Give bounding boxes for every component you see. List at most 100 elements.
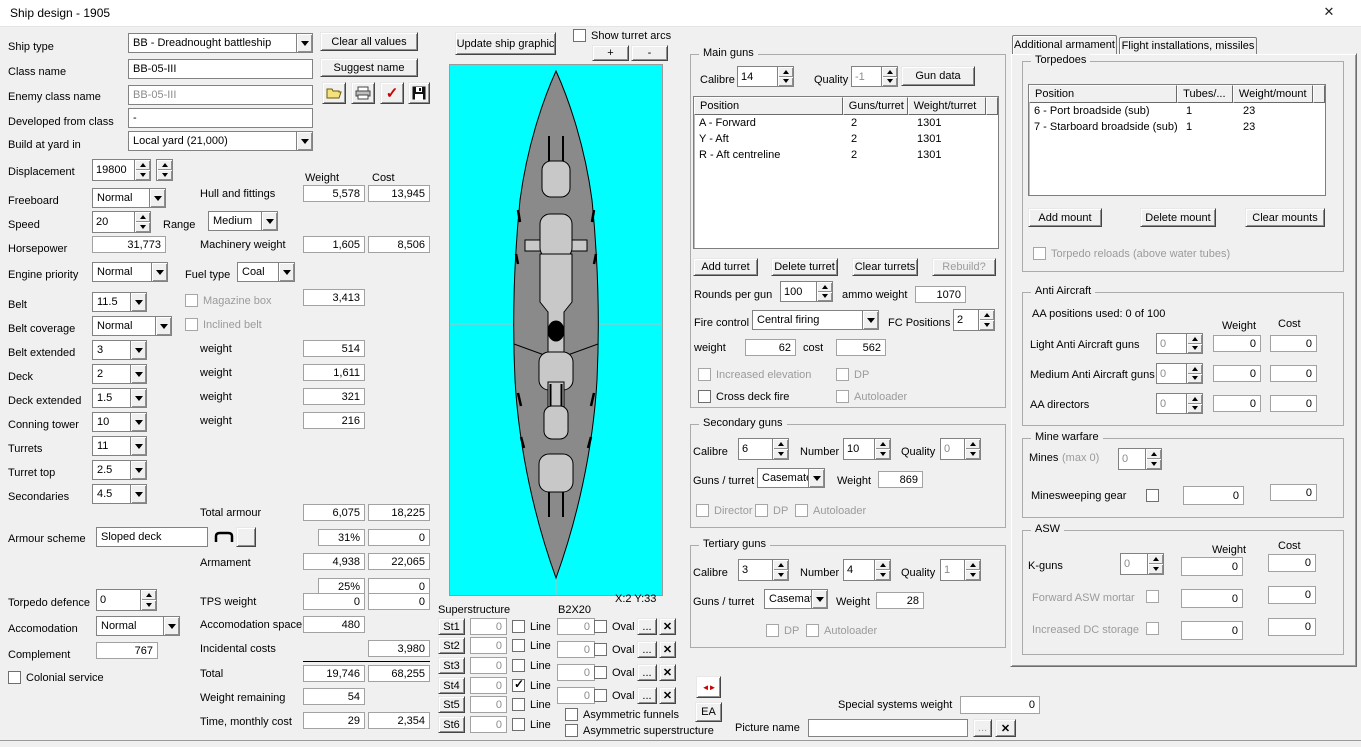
- belt-select[interactable]: 11.5: [92, 292, 147, 312]
- chevron-down-icon[interactable]: [296, 132, 312, 150]
- st2-button[interactable]: St2: [438, 637, 465, 654]
- show-turret-arcs-checkbox[interactable]: Show turret arcs: [573, 29, 671, 42]
- tab-flight-installations[interactable]: Flight installations, missiles: [1119, 37, 1257, 54]
- tertiary-mount-select[interactable]: Casemates: [764, 589, 828, 609]
- funnel1-delete-button[interactable]: ✕: [659, 618, 676, 635]
- picture-browse-button[interactable]: ...: [973, 719, 992, 737]
- checkbox-icon[interactable]: [512, 718, 525, 731]
- spin-up-icon[interactable]: [965, 439, 980, 449]
- table-row[interactable]: 7 - Starboard broadside (sub) 1 23: [1029, 119, 1325, 135]
- spin-down-icon[interactable]: [882, 76, 897, 86]
- spin-down-icon[interactable]: [1146, 459, 1161, 469]
- spin-down-icon[interactable]: [157, 170, 172, 180]
- st5-line-checkbox[interactable]: Line: [512, 698, 551, 711]
- spin-up-icon[interactable]: [1148, 554, 1163, 564]
- main-quality-stepper[interactable]: -1: [851, 66, 898, 87]
- tertiary-calibre-stepper[interactable]: 3: [738, 559, 789, 581]
- main-quality-value[interactable]: -1: [852, 67, 881, 86]
- delete-turret-button[interactable]: Delete turret: [771, 258, 838, 276]
- kguns-value[interactable]: 0: [1121, 554, 1147, 574]
- ship-type-select[interactable]: BB - Dreadnought battleship: [128, 33, 313, 53]
- deck-extended-select[interactable]: 1.5: [92, 388, 147, 408]
- cross-deck-fire-checkbox[interactable]: Cross deck fire: [698, 390, 789, 403]
- aa-directors-stepper[interactable]: 0: [1156, 393, 1203, 414]
- clear-mounts-button[interactable]: Clear mounts: [1245, 208, 1325, 227]
- tertiary-number-stepper[interactable]: 4: [843, 559, 891, 581]
- st4-line-checkbox[interactable]: Line: [512, 677, 551, 692]
- st6-button[interactable]: St6: [438, 716, 465, 733]
- spin-down-icon[interactable]: [965, 570, 980, 580]
- checkbox-icon[interactable]: [512, 659, 525, 672]
- spin-down-icon[interactable]: [1187, 373, 1202, 383]
- tertiary-quality-value[interactable]: 1: [941, 560, 964, 580]
- cell-weight[interactable]: 1301: [912, 147, 992, 163]
- armour-scheme-icon[interactable]: [214, 530, 234, 548]
- cell-weight[interactable]: 23: [1238, 103, 1320, 119]
- accomodation-select[interactable]: Normal: [96, 616, 180, 636]
- spin-down-icon[interactable]: [965, 449, 980, 459]
- spin-up-icon[interactable]: [135, 160, 150, 170]
- st4-button[interactable]: St4: [438, 677, 465, 694]
- spin-up-icon[interactable]: [1187, 364, 1202, 374]
- freeboard-select[interactable]: Normal: [92, 188, 166, 208]
- conning-tower-select[interactable]: 10: [92, 412, 147, 432]
- open-file-button[interactable]: [322, 82, 346, 104]
- ship-graphic-canvas[interactable]: [449, 64, 663, 596]
- st5-button[interactable]: St5: [438, 696, 465, 713]
- asymmetric-superstructure-checkbox[interactable]: Asymmetric superstructure: [565, 724, 714, 737]
- chevron-down-icon[interactable]: [278, 263, 294, 281]
- secondary-calibre-value[interactable]: 6: [739, 439, 772, 459]
- checkbox-icon[interactable]: [698, 390, 711, 403]
- spin-down-icon[interactable]: [1187, 403, 1202, 413]
- fc-positions-value[interactable]: 2: [954, 310, 978, 330]
- secondaries-select[interactable]: 4.5: [92, 484, 147, 504]
- cell-position[interactable]: 7 - Starboard broadside (sub): [1029, 119, 1181, 135]
- spin-up-icon[interactable]: [1187, 394, 1202, 404]
- chevron-down-icon[interactable]: [151, 263, 167, 281]
- secondary-calibre-stepper[interactable]: 6: [738, 438, 789, 460]
- main-guns-table[interactable]: Position Guns/turret Weight/turret A - F…: [693, 96, 999, 249]
- cell-position[interactable]: 6 - Port broadside (sub): [1029, 103, 1181, 119]
- asymmetric-funnels-checkbox[interactable]: Asymmetric funnels: [565, 708, 679, 721]
- secondary-number-stepper[interactable]: 10: [843, 438, 891, 460]
- cell-tubes[interactable]: 1: [1181, 119, 1238, 135]
- tertiary-calibre-value[interactable]: 3: [739, 560, 772, 580]
- delete-mount-button[interactable]: Delete mount: [1140, 208, 1216, 227]
- clear-all-values-button[interactable]: Clear all values: [320, 32, 418, 51]
- spin-up-icon[interactable]: [773, 560, 788, 570]
- chevron-down-icon[interactable]: [155, 317, 171, 335]
- speed-stepper[interactable]: 20: [92, 211, 151, 233]
- spin-up-icon[interactable]: [817, 282, 832, 292]
- spin-down-icon[interactable]: [773, 449, 788, 459]
- spin-down-icon[interactable]: [1187, 343, 1202, 353]
- checkbox-icon[interactable]: [565, 708, 578, 721]
- spin-up-icon[interactable]: [778, 67, 793, 77]
- chevron-down-icon[interactable]: [130, 365, 146, 383]
- chevron-down-icon[interactable]: [296, 34, 312, 52]
- developed-from-input[interactable]: -: [128, 108, 313, 128]
- column-header-weight[interactable]: Weight/turret: [907, 97, 986, 115]
- funnel4-oval-checkbox[interactable]: Oval: [594, 689, 635, 702]
- spin-up-icon[interactable]: [773, 439, 788, 449]
- spin-down-icon[interactable]: [778, 76, 793, 86]
- tertiary-number-value[interactable]: 4: [844, 560, 874, 580]
- spin-up-icon[interactable]: [1146, 449, 1161, 459]
- fire-control-select[interactable]: Central firing: [752, 310, 879, 330]
- checkbox-icon[interactable]: [565, 724, 578, 737]
- spin-down-icon[interactable]: [141, 600, 156, 610]
- checkbox-icon[interactable]: [594, 620, 607, 633]
- medium-aa-value[interactable]: 0: [1157, 364, 1186, 383]
- belt-coverage-select[interactable]: Normal: [92, 316, 172, 336]
- spin-down-icon[interactable]: [135, 222, 150, 232]
- spin-up-icon[interactable]: [157, 160, 172, 170]
- picture-clear-button[interactable]: ✕: [995, 719, 1016, 737]
- chevron-down-icon[interactable]: [130, 413, 146, 431]
- torpedo-defence-value[interactable]: 0: [97, 590, 140, 610]
- secondary-quality-value[interactable]: 0: [941, 439, 964, 459]
- armour-scheme-value[interactable]: Sloped deck: [96, 527, 208, 547]
- checkbox-icon[interactable]: [594, 689, 607, 702]
- funnel4-browse-button[interactable]: ...: [637, 687, 657, 704]
- cell-weight[interactable]: 1301: [912, 115, 992, 131]
- light-aa-value[interactable]: 0: [1157, 334, 1186, 353]
- table-row[interactable]: A - Forward 2 1301: [694, 115, 998, 131]
